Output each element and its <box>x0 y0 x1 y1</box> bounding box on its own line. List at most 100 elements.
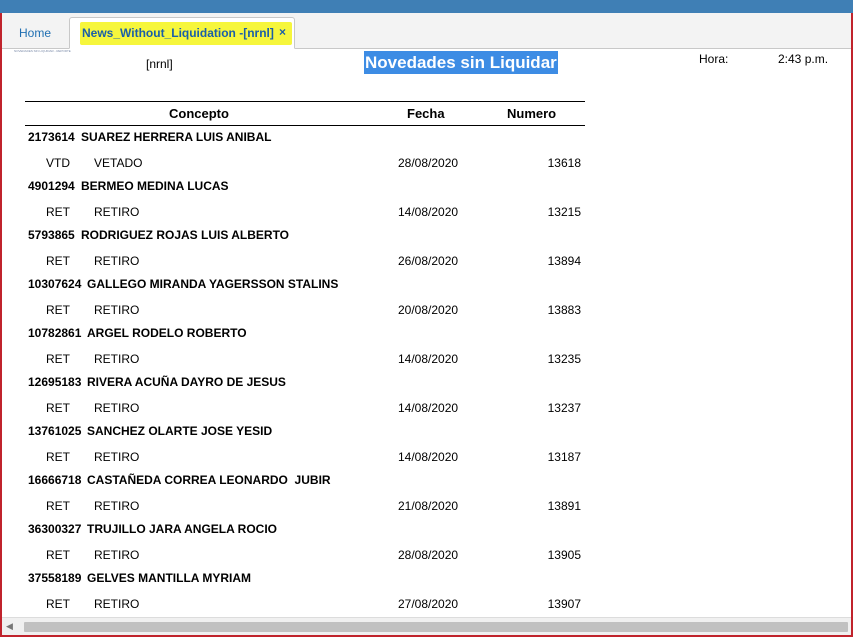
person-row: 37558189 GELVES MANTILLA MYRIAM <box>25 567 585 592</box>
employee-name: RODRIGUEZ ROJAS LUIS ALBERTO <box>81 228 290 242</box>
record-number: 13905 <box>547 547 581 562</box>
record-number: 13894 <box>547 253 581 268</box>
concept-description: RETIRO <box>94 204 140 219</box>
record-date: 26/08/2020 <box>398 253 459 268</box>
concept-description: RETIRO <box>94 351 140 366</box>
concept-code: RET <box>46 302 70 317</box>
detail-row: RET RETIRO 14/08/2020 13187 <box>25 445 585 470</box>
record-number: 13187 <box>547 449 581 464</box>
employee-name: ARGEL RODELO ROBERTO <box>87 326 247 340</box>
record-number: 13883 <box>547 302 581 317</box>
record-date: 28/08/2020 <box>398 547 459 562</box>
person-row: 10782861 ARGEL RODELO ROBERTO <box>25 322 585 347</box>
concept-description: RETIRO <box>94 253 140 268</box>
person-row: 36300327 TRUJILLO JARA ANGELA ROCIO <box>25 518 585 543</box>
record-date: 14/08/2020 <box>398 400 459 415</box>
employee-name: SANCHEZ OLARTE JOSE YESID <box>87 424 273 438</box>
column-headers: Concepto Fecha Numero <box>25 101 585 126</box>
person-row: 10307624 GALLEGO MIRANDA YAGERSSON STALIN… <box>25 273 585 298</box>
person-row: 2173614 SUAREZ HERRERA LUIS ANIBAL <box>25 126 585 151</box>
record-date: 14/08/2020 <box>398 204 459 219</box>
employee-name: SUAREZ HERRERA LUIS ANIBAL <box>81 130 272 144</box>
detail-row: RET RETIRO 28/08/2020 13905 <box>25 543 585 568</box>
report-table: Concepto Fecha Numero 2173614 SUAREZ HERR… <box>25 101 585 616</box>
report-viewer: NOVEDADES SIN LIQUIDAR - REPORTE [nrnl] … <box>2 49 851 617</box>
record-date: 14/08/2020 <box>398 351 459 366</box>
record-date: 27/08/2020 <box>398 596 459 611</box>
employee-name: TRUJILLO JARA ANGELA ROCIO <box>87 522 278 536</box>
concept-code: RET <box>46 253 70 268</box>
header-concepto: Concepto <box>169 106 229 121</box>
horizontal-scrollbar[interactable]: ◀ <box>2 617 851 635</box>
detail-row: RET RETIRO 20/08/2020 13883 <box>25 298 585 323</box>
employee-id: 10782861 <box>28 326 82 340</box>
employee-name: CASTAÑEDA CORREA LEONARDO JUBIR <box>87 473 331 487</box>
employee-name: GALLEGO MIRANDA YAGERSSON STALINS <box>87 277 339 291</box>
record-number: 13891 <box>547 498 581 513</box>
employee-id: 12695183 <box>28 375 82 389</box>
hora-label: Hora: <box>699 52 729 66</box>
employee-id: 36300327 <box>28 522 82 536</box>
detail-row: RET RETIRO 14/08/2020 13237 <box>25 396 585 421</box>
report-title: Novedades sin Liquidar <box>364 51 558 74</box>
report-rows: 2173614 SUAREZ HERRERA LUIS ANIBAL VTD VETA… <box>25 126 585 616</box>
record-date: 20/08/2020 <box>398 302 459 317</box>
concept-description: RETIRO <box>94 400 140 415</box>
app-top-bar <box>0 0 853 13</box>
person-row: 4901294 BERMEO MEDINA LUCAS <box>25 175 585 200</box>
concept-code: RET <box>46 547 70 562</box>
concept-code: RET <box>46 596 70 611</box>
concept-description: RETIRO <box>94 449 140 464</box>
employee-id: 13761025 <box>28 424 82 438</box>
tab-home[interactable]: Home <box>6 19 64 48</box>
detail-row: VTD VETADO 28/08/2020 13618 <box>25 151 585 176</box>
employee-id: 37558189 <box>28 571 82 585</box>
employee-id: 16666718 <box>28 473 82 487</box>
concept-code: RET <box>46 204 70 219</box>
header-fecha: Fecha <box>407 106 445 121</box>
employee-id: 2173614 <box>28 130 75 144</box>
detail-row: RET RETIRO 26/08/2020 13894 <box>25 249 585 274</box>
concept-code: RET <box>46 498 70 513</box>
record-date: 14/08/2020 <box>398 449 459 464</box>
report-window: Home News_Without_Liquidation -[nrnl] × … <box>0 13 853 637</box>
header-numero: Numero <box>507 106 557 121</box>
concept-code: VTD <box>46 155 70 170</box>
employee-id: 5793865 <box>28 228 75 242</box>
person-row: 5793865 RODRIGUEZ ROJAS LUIS ALBERTO <box>25 224 585 249</box>
report-tiny-header: NOVEDADES SIN LIQUIDAR - REPORTE <box>14 49 71 53</box>
hora-value: 2:43 p.m. <box>778 52 829 66</box>
concept-code: RET <box>46 351 70 366</box>
concept-code: RET <box>46 449 70 464</box>
employee-name: RIVERA ACUÑA DAYRO DE JESUS <box>87 375 286 389</box>
employee-id: 10307624 <box>28 277 82 291</box>
close-icon[interactable]: × <box>279 25 286 39</box>
concept-description: RETIRO <box>94 596 140 611</box>
record-number: 13618 <box>547 155 581 170</box>
record-date: 28/08/2020 <box>398 155 459 170</box>
person-row: 12695183 RIVERA ACUÑA DAYRO DE JESUS <box>25 371 585 396</box>
concept-description: RETIRO <box>94 302 140 317</box>
concept-description: RETIRO <box>94 547 140 562</box>
report-code: [nrnl] <box>146 57 173 71</box>
detail-row: RET RETIRO 21/08/2020 13891 <box>25 494 585 519</box>
tab-label: News_Without_Liquidation -[nrnl] <box>82 26 274 40</box>
tab-news-without-liquidation[interactable]: News_Without_Liquidation -[nrnl] × <box>69 17 295 49</box>
employee-id: 4901294 <box>28 179 75 193</box>
detail-row: RET RETIRO 14/08/2020 13215 <box>25 200 585 225</box>
detail-row: RET RETIRO 27/08/2020 13907 <box>25 592 585 617</box>
employee-name: GELVES MANTILLA MYRIAM <box>87 571 251 585</box>
record-number: 13215 <box>547 204 581 219</box>
person-row: 13761025 SANCHEZ OLARTE JOSE YESID <box>25 420 585 445</box>
record-number: 13237 <box>547 400 581 415</box>
tab-strip: Home News_Without_Liquidation -[nrnl] × <box>2 13 851 49</box>
concept-code: RET <box>46 400 70 415</box>
record-number: 13235 <box>547 351 581 366</box>
concept-description: VETADO <box>94 155 143 170</box>
record-date: 21/08/2020 <box>398 498 459 513</box>
scroll-left-arrow-icon[interactable]: ◀ <box>6 621 13 632</box>
person-row: 16666718 CASTAÑEDA CORREA LEONARDO JUBIR <box>25 469 585 494</box>
concept-description: RETIRO <box>94 498 140 513</box>
record-number: 13907 <box>547 596 581 611</box>
scroll-thumb[interactable] <box>24 622 848 632</box>
